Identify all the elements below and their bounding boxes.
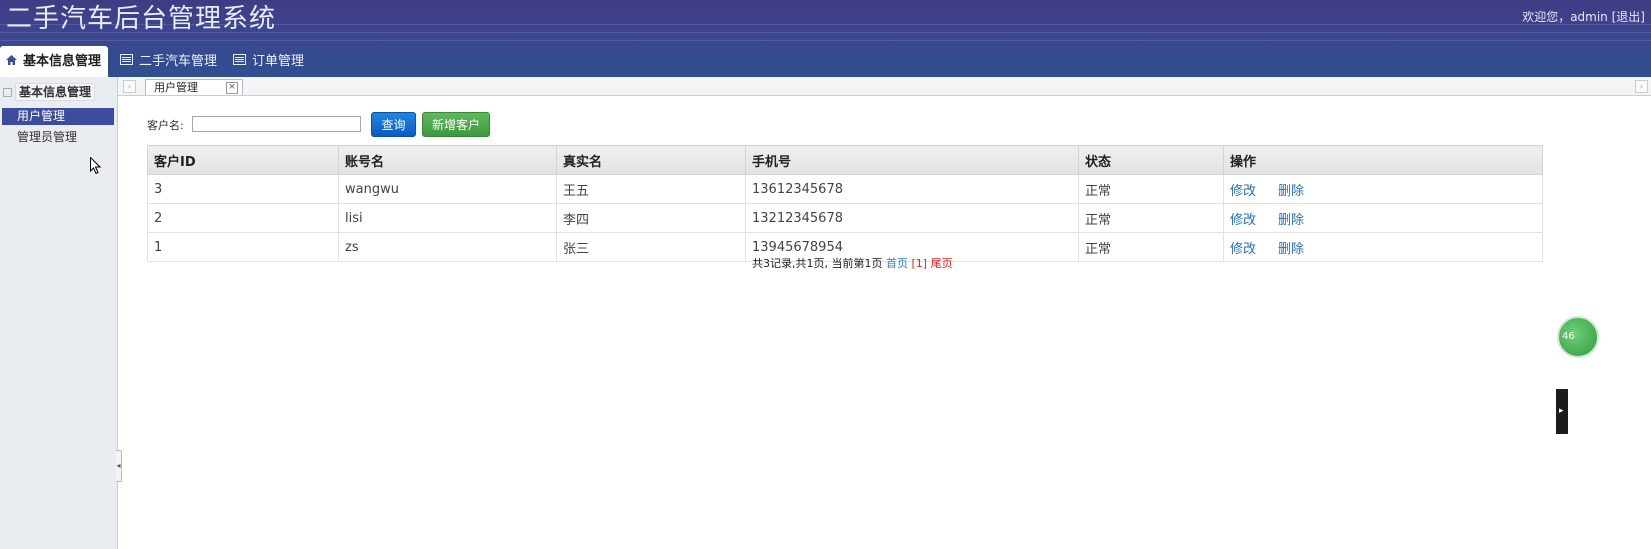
column-header-phone: 手机号 <box>745 145 1079 175</box>
sidebar-collapse-handle[interactable]: ◂ <box>116 450 122 482</box>
nav-tab-basic-info[interactable]: 基本信息管理 <box>0 46 108 77</box>
cell-actions: 修改 删除 <box>1223 232 1543 262</box>
table-row: 2 lisi 李四 13212345678 正常 修改 删除 <box>147 203 1543 233</box>
delete-link[interactable]: 删除 <box>1278 213 1304 228</box>
cell-account: wangwu <box>338 174 557 204</box>
sidebar-title-label: 基本信息管理 <box>15 83 96 101</box>
column-header-realname: 真实名 <box>556 145 746 175</box>
welcome-text: 欢迎您，admin <box>1522 10 1608 24</box>
cell-account: lisi <box>338 203 557 233</box>
column-header-status: 状态 <box>1078 145 1224 175</box>
tab-scroll-left-icon[interactable]: ‹ <box>123 80 136 93</box>
cell-actions: 修改 删除 <box>1223 174 1543 204</box>
list-icon <box>120 46 133 77</box>
pagination-summary: 共3记录,共1页, 当前第1页 <box>752 257 883 270</box>
first-page-link[interactable]: 首页 <box>886 257 908 270</box>
query-button[interactable]: 查询 <box>371 112 416 137</box>
cell-realname: 张三 <box>556 232 746 262</box>
sidebar-title[interactable]: 基本信息管理 <box>3 83 96 101</box>
app-title: 二手汽车后台管理系统 <box>6 4 277 34</box>
tab-user-management[interactable]: 用户管理 × <box>145 79 243 95</box>
tab-scroll-right-icon[interactable]: › <box>1635 80 1648 93</box>
table-header-row: 客户ID 账号名 真实名 手机号 状态 操作 <box>147 145 1543 175</box>
cell-account: zs <box>338 232 557 262</box>
list-icon <box>233 46 246 77</box>
mouse-cursor-icon <box>90 156 102 177</box>
customer-table: 客户ID 账号名 真实名 手机号 状态 操作 3 wangwu 王五 13612… <box>147 145 1543 262</box>
sidebar-item-admin-management[interactable]: 管理员管理 <box>2 129 114 146</box>
sidebar: 基本信息管理 用户管理 管理员管理 <box>0 77 118 549</box>
cell-id: 1 <box>147 232 339 262</box>
content-tab-strip: ‹ › <box>118 77 1651 96</box>
customer-name-label: 客户名: <box>147 119 184 132</box>
logout-link[interactable]: [退出] <box>1612 10 1645 24</box>
column-header-account: 账号名 <box>338 145 557 175</box>
cell-actions: 修改 删除 <box>1223 203 1543 233</box>
delete-link[interactable]: 删除 <box>1278 242 1304 257</box>
table-row: 3 wangwu 王五 13612345678 正常 修改 删除 <box>147 174 1543 204</box>
cell-status: 正常 <box>1078 232 1224 262</box>
cell-realname: 王五 <box>556 174 746 204</box>
nav-tab-label: 订单管理 <box>252 54 305 69</box>
floating-assistant-ball[interactable]: 46 <box>1557 316 1599 358</box>
cell-phone: 13212345678 <box>745 203 1079 233</box>
add-customer-button[interactable]: 新增客户 <box>422 112 490 137</box>
nav-tab-label: 基本信息管理 <box>23 54 102 69</box>
nav-tab-used-car[interactable]: 二手汽车管理 <box>120 46 217 77</box>
collapse-box-icon <box>3 88 12 97</box>
pagination: 共3记录,共1页, 当前第1页 首页 [1] 尾页 <box>752 255 953 271</box>
column-header-actions: 操作 <box>1223 145 1543 175</box>
cell-phone: 13612345678 <box>745 174 1079 204</box>
expand-arrow-icon[interactable]: ▸ <box>1556 389 1568 434</box>
cell-status: 正常 <box>1078 174 1224 204</box>
edit-link[interactable]: 修改 <box>1230 184 1256 199</box>
nav-tab-orders[interactable]: 订单管理 <box>233 46 304 77</box>
edit-link[interactable]: 修改 <box>1230 242 1256 257</box>
welcome-area: 欢迎您，admin [退出] <box>1522 8 1645 25</box>
column-header-id: 客户ID <box>147 145 339 175</box>
current-page-indicator: [1] <box>911 257 928 270</box>
customer-name-input[interactable] <box>192 116 361 132</box>
last-page-link[interactable]: 尾页 <box>931 257 953 270</box>
nav-tab-label: 二手汽车管理 <box>139 54 218 69</box>
tab-label: 用户管理 <box>154 81 198 94</box>
edit-link[interactable]: 修改 <box>1230 213 1256 228</box>
cell-status: 正常 <box>1078 203 1224 233</box>
cell-id: 2 <box>147 203 339 233</box>
cell-id: 3 <box>147 174 339 204</box>
delete-link[interactable]: 删除 <box>1278 184 1304 199</box>
cell-realname: 李四 <box>556 203 746 233</box>
home-icon <box>6 46 17 77</box>
close-icon[interactable]: × <box>226 82 238 94</box>
sidebar-item-user-management[interactable]: 用户管理 <box>2 108 114 125</box>
app-header: 二手汽车后台管理系统 欢迎您，admin [退出] 基本信息管理 二手汽车管理 … <box>0 0 1651 77</box>
